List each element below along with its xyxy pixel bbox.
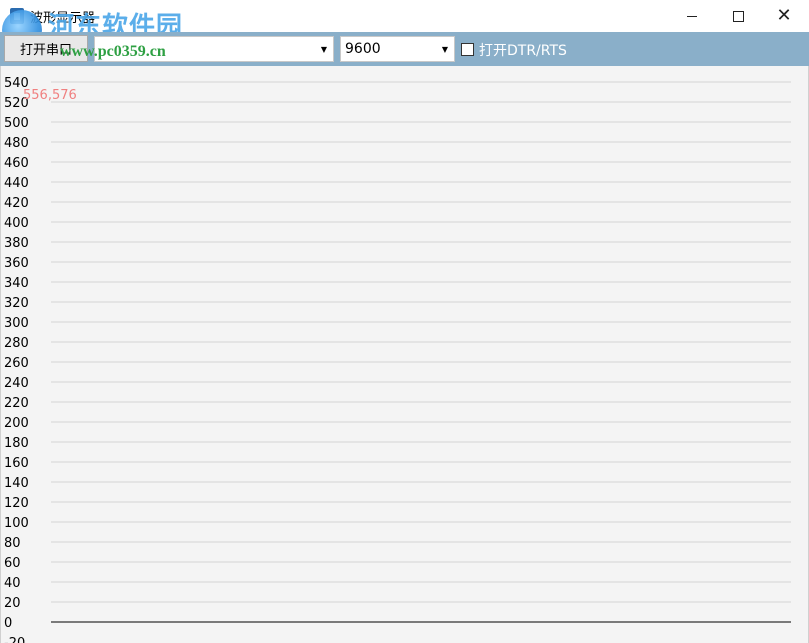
y-tick-label: 420	[4, 196, 29, 211]
y-tick-label: 380	[4, 236, 29, 251]
y-tick-label: 260	[4, 356, 29, 371]
y-tick-label: 240	[4, 376, 29, 391]
baud-rate-select[interactable]: 9600 ▼	[340, 36, 455, 62]
waveform-plot[interactable]: 540 520 500 480 460 440 420 400 380 360 340 320 300 2…	[0, 66, 809, 643]
y-tick-label: 280	[4, 336, 29, 351]
chevron-down-icon[interactable]: ▼	[436, 37, 454, 61]
y-tick-label: 140	[4, 476, 29, 491]
watermark-url: www.pc0359.cn	[60, 43, 166, 60]
minimize-icon	[687, 15, 697, 17]
y-tick-label: 0	[4, 616, 12, 631]
y-tick-label: 340	[4, 276, 29, 291]
y-tick-label: 80	[4, 536, 21, 551]
y-tick-label: 40	[4, 576, 21, 591]
y-tick-label: 480	[4, 136, 29, 151]
cursor-coordinate-readout: 556,576	[23, 88, 77, 103]
title-bar: 波形显示器 河东软件园 ✕	[0, 0, 809, 50]
baud-rate-value: 9600	[345, 41, 381, 57]
y-tick-label: 160	[4, 456, 29, 471]
y-tick-label: 440	[4, 176, 29, 191]
y-tick-label: 220	[4, 396, 29, 411]
close-button[interactable]: ✕	[761, 0, 807, 32]
maximize-icon	[732, 10, 744, 22]
y-tick-label: 360	[4, 256, 29, 271]
y-tick-label: 460	[4, 156, 29, 171]
y-tick-label: 60	[4, 556, 21, 571]
y-tick-label: 400	[4, 216, 29, 231]
y-tick-label: -20	[4, 636, 25, 643]
y-tick-label: 180	[4, 436, 29, 451]
y-tick-label: 500	[4, 116, 29, 131]
y-tick-label: 320	[4, 296, 29, 311]
y-tick-label: 300	[4, 316, 29, 331]
waveform-chart: 5405205004804604404204003803603403203002…	[4, 76, 791, 643]
y-tick-label: 20	[4, 596, 21, 611]
minimize-button[interactable]	[669, 0, 715, 32]
y-tick-label: 100	[4, 516, 29, 531]
chevron-down-icon[interactable]: ▼	[315, 37, 333, 61]
y-tick-label: 120	[4, 496, 29, 511]
y-tick-label: 200	[4, 416, 29, 431]
dtr-rts-checkbox[interactable]	[461, 43, 474, 56]
close-icon: ✕	[776, 5, 792, 26]
maximize-button[interactable]	[715, 0, 761, 32]
dtr-rts-label[interactable]: 打开DTR/RTS	[479, 40, 567, 60]
